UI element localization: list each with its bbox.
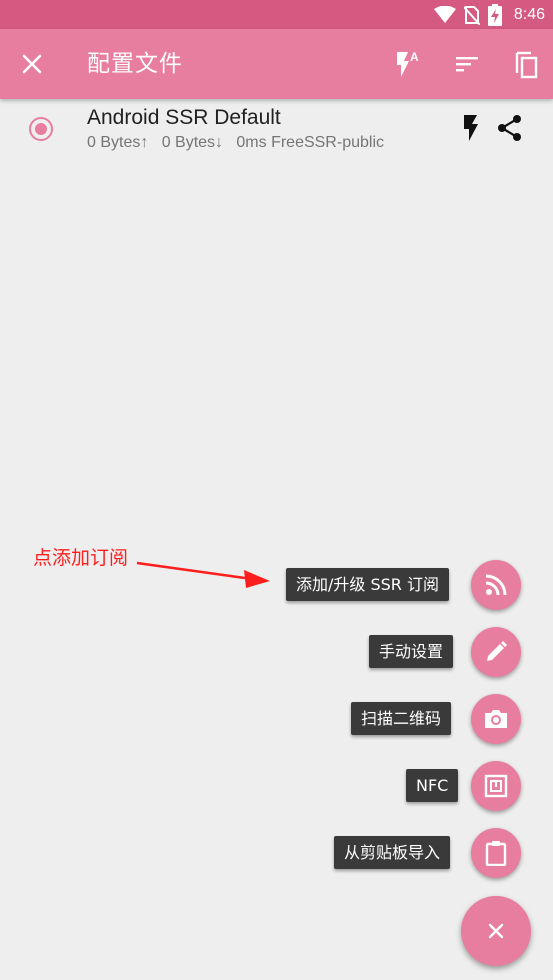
clipboard-icon <box>485 840 507 866</box>
fab-nfc-button[interactable] <box>471 761 521 811</box>
camera-icon <box>483 708 509 730</box>
nfc-icon <box>484 774 508 798</box>
annotation-arrow <box>136 561 270 588</box>
rss-icon <box>485 574 507 596</box>
fab-label-scan-qr[interactable]: 扫描二维码 <box>351 702 452 735</box>
fab-label-nfc[interactable]: NFC <box>406 769 459 802</box>
fab-subscribe-button[interactable] <box>471 560 521 610</box>
close-icon <box>488 923 504 939</box>
fab-scan-qr-button[interactable] <box>471 694 521 744</box>
fab-label-manual[interactable]: 手动设置 <box>369 635 454 668</box>
fab-close-menu-button[interactable] <box>461 896 531 966</box>
fab-label-clipboard[interactable]: 从剪贴板导入 <box>334 836 451 869</box>
fab-manual-button[interactable] <box>471 627 521 677</box>
fab-label-subscribe[interactable]: 添加/升级 SSR 订阅 <box>286 568 449 601</box>
fab-clipboard-button[interactable] <box>471 828 521 878</box>
pencil-icon <box>484 640 508 664</box>
